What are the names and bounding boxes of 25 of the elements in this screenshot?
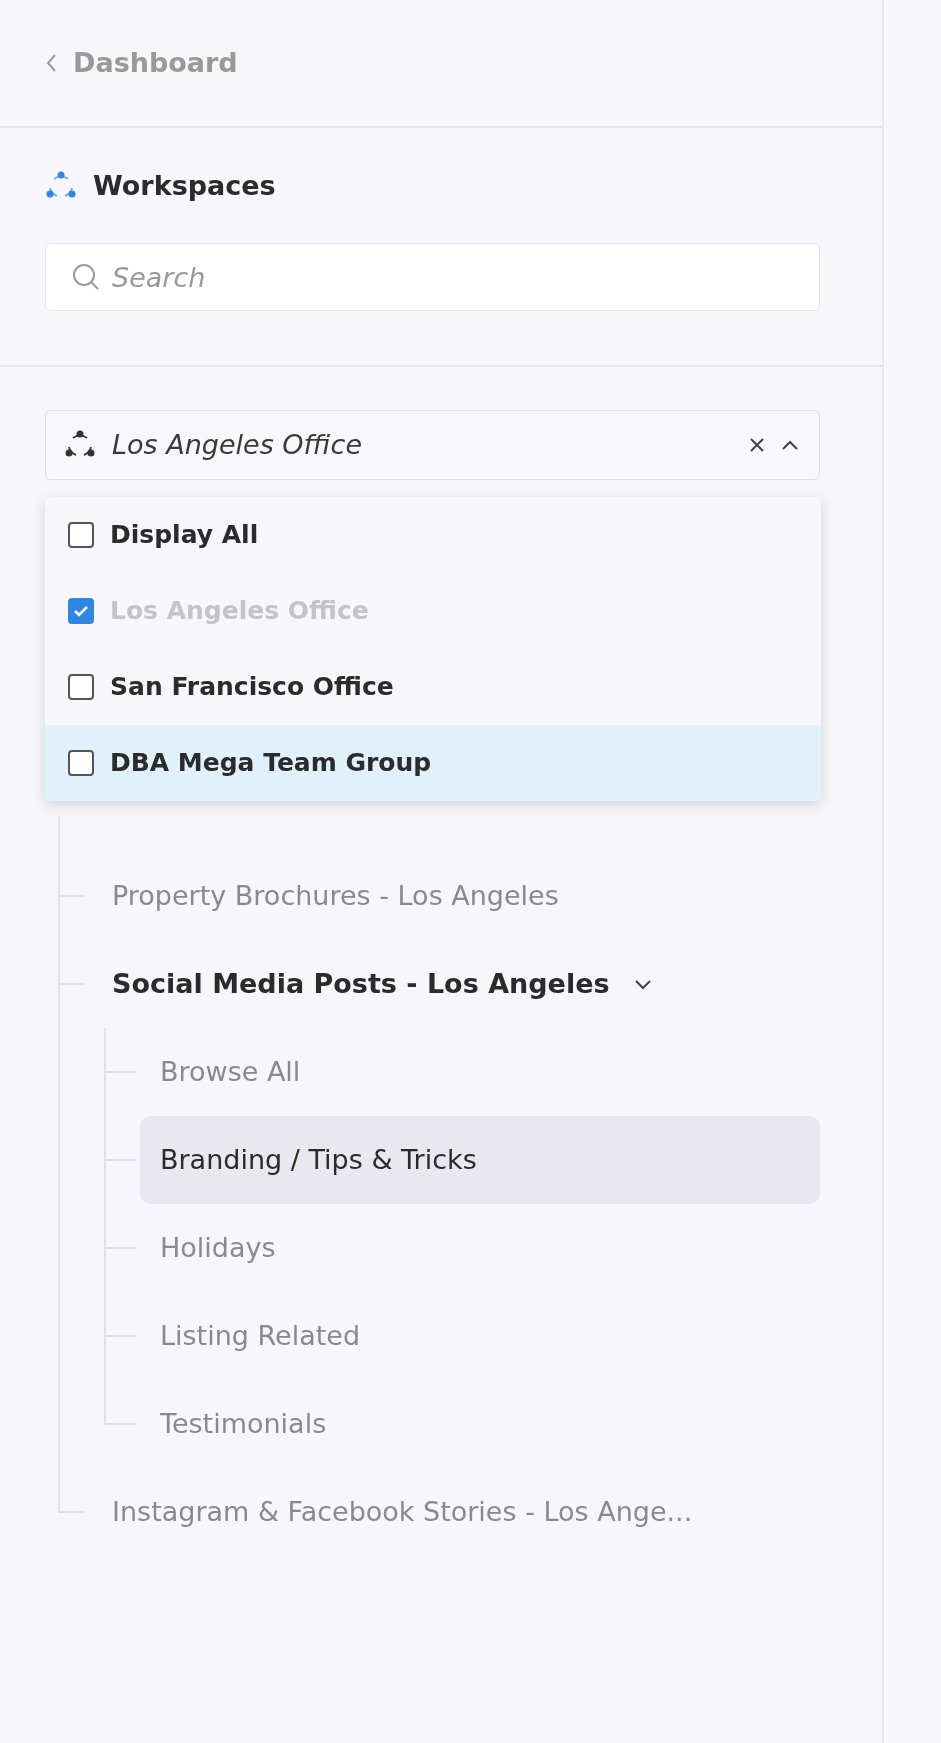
checkbox[interactable] (68, 750, 94, 776)
tree-item[interactable]: Property Brochures - Los Angeles (92, 852, 820, 940)
check-icon (73, 604, 89, 618)
dropdown-option[interactable]: DBA Mega Team Group (45, 725, 821, 801)
checkbox[interactable] (68, 522, 94, 548)
search-field[interactable]: Search (45, 243, 820, 311)
back-link[interactable]: Dashboard (73, 42, 238, 84)
tree-item[interactable]: Browse All (140, 1028, 820, 1116)
tree-item[interactable]: Instagram & Facebook Stories - Los Ange... (92, 1468, 820, 1556)
tree-item[interactable]: Testimonials (140, 1380, 820, 1468)
select-value: Los Angeles Office (112, 427, 363, 462)
chevron-down-icon[interactable] (633, 978, 652, 990)
tree-item[interactable]: Social Media Posts - Los Angeles (92, 940, 820, 1028)
checkbox[interactable] (68, 674, 94, 700)
chevron-up-icon[interactable] (781, 439, 799, 451)
workspace-select[interactable]: Los Angeles Office (45, 410, 820, 480)
tree-item[interactable]: Holidays (140, 1204, 820, 1292)
search-icon (71, 262, 101, 292)
dropdown-option[interactable]: San Francisco Office (45, 649, 821, 725)
tree-item[interactable]: Listing Related (140, 1292, 820, 1380)
chevron-left-icon (45, 53, 57, 73)
dropdown-option[interactable]: Display All (45, 497, 821, 573)
clear-icon[interactable] (749, 437, 765, 453)
section-title: Workspaces (93, 168, 276, 203)
tree-item[interactable]: Branding / Tips & Tricks (140, 1116, 820, 1204)
